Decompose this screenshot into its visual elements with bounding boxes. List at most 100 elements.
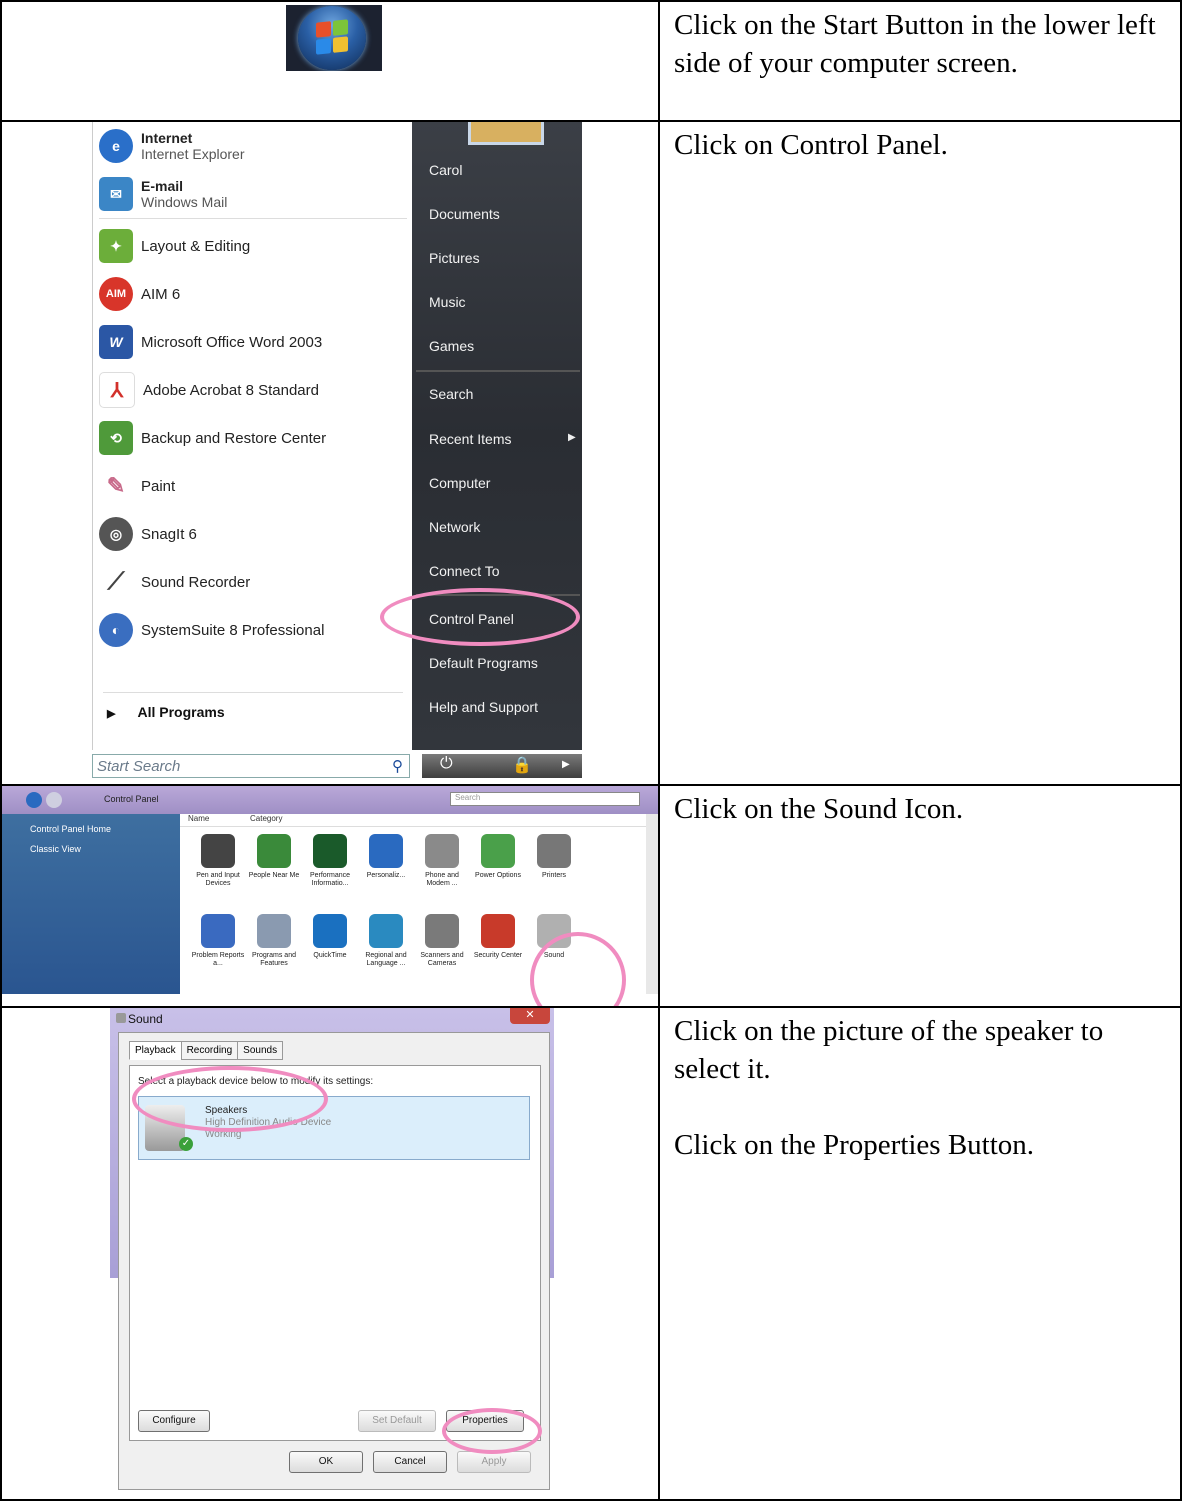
cp-item[interactable]: Power Options [470, 834, 526, 880]
cp-item[interactable]: Programs and Features [246, 914, 302, 968]
nav-control-panel-home[interactable]: Control Panel Home [30, 824, 180, 834]
applet-icon [481, 914, 515, 948]
scrollbar[interactable] [646, 814, 657, 994]
nav-classic-view[interactable]: Classic View [30, 844, 180, 854]
applet-label: Scanners and Cameras [420, 952, 464, 967]
cp-item[interactable]: Problem Reports a... [190, 914, 246, 968]
instruction-text: Click on the Sound Icon. [674, 793, 964, 825]
divider [103, 692, 403, 693]
cp-item[interactable]: Regional and Language ... [358, 914, 414, 968]
highlight-circle [442, 1408, 542, 1454]
address-bar[interactable]: Control Panel [104, 794, 159, 804]
cp-item[interactable]: Security Center [470, 914, 526, 960]
applet-icon [257, 834, 291, 868]
start-right-pictures[interactable]: Pictures [429, 250, 480, 266]
applet-label: Performance Informatio... [309, 872, 351, 887]
tab-recording[interactable]: Recording [180, 1041, 239, 1060]
applet-label: Personaliz... [366, 872, 406, 879]
applet-icon [481, 834, 515, 868]
forward-icon[interactable] [46, 792, 62, 808]
applet-icon [201, 834, 235, 868]
start-right-computer[interactable]: Computer [429, 475, 490, 491]
word-icon: W [99, 325, 133, 359]
start-right-recent-items[interactable]: Recent Items [429, 431, 511, 447]
start-search-input[interactable]: Start Search ⚲ [92, 754, 410, 778]
start-menu-image-cell: e Internet Internet Explorer ✉ E-mail Wind… [0, 120, 660, 786]
speaker-icon [116, 1013, 126, 1023]
cp-item[interactable]: Printers [526, 834, 582, 880]
tab-sounds[interactable]: Sounds [237, 1041, 284, 1060]
apply-button[interactable]: Apply [457, 1451, 531, 1473]
lock-icon[interactable]: 🔒 [512, 755, 532, 775]
applet-icon [425, 914, 459, 948]
start-menu-left-pane: e Internet Internet Explorer ✉ E-mail Wind… [92, 123, 413, 750]
back-icon[interactable] [26, 792, 42, 808]
cp-item[interactable]: Phone and Modem ... [414, 834, 470, 888]
start-item-internet[interactable]: e Internet Internet Explorer [99, 124, 409, 168]
acrobat-icon: ⅄ [99, 372, 135, 408]
instruction-text: Click on the picture of the speaker to s… [674, 1015, 1104, 1085]
start-item-systemsuite[interactable]: ◐ SystemSuite 8 Professional [99, 608, 409, 652]
start-right-connect-to[interactable]: Connect To [429, 563, 500, 579]
start-right-search[interactable]: Search [429, 386, 473, 402]
start-right-music[interactable]: Music [429, 294, 466, 310]
instruction-text: Click on the Start Button in the lower l… [674, 9, 1156, 79]
internet-explorer-icon: e [99, 129, 133, 163]
instruction-text: Click on the Properties Button. [674, 1129, 1035, 1161]
instruction-text: Click on Control Panel. [674, 129, 948, 161]
start-item-word[interactable]: W Microsoft Office Word 2003 [99, 320, 409, 364]
column-category[interactable]: Category [250, 814, 282, 823]
set-default-button[interactable]: Set Default [358, 1410, 436, 1432]
start-right-carol[interactable]: Carol [429, 162, 462, 178]
backup-icon: ⟲ [99, 421, 133, 455]
start-right-help-support[interactable]: Help and Support [429, 699, 538, 715]
close-icon[interactable]: ✕ [510, 1009, 550, 1024]
snagit-icon: ◎ [99, 517, 133, 551]
start-right-default-programs[interactable]: Default Programs [429, 655, 538, 671]
power-icon[interactable]: ⏻ [440, 755, 453, 773]
control-panel-image-cell: Control Panel Search Control Panel Home … [0, 784, 660, 1008]
search-icon: ⚲ [392, 758, 403, 775]
applet-icon [369, 834, 403, 868]
applet-icon [425, 834, 459, 868]
start-item-email[interactable]: ✉ E-mail Windows Mail [99, 172, 409, 216]
tab-playback[interactable]: Playback [129, 1041, 182, 1060]
applet-label: Regional and Language ... [365, 952, 407, 967]
applet-label: Security Center [473, 952, 523, 959]
cp-item[interactable]: Performance Informatio... [302, 834, 358, 888]
start-right-network[interactable]: Network [429, 519, 480, 535]
cp-item[interactable]: QuickTime [302, 914, 358, 960]
all-programs-button[interactable]: All Programs [107, 704, 224, 720]
cancel-button[interactable]: Cancel [373, 1451, 447, 1473]
configure-button[interactable]: Configure [138, 1410, 210, 1432]
applet-icon [369, 914, 403, 948]
start-item-backup[interactable]: ⟲ Backup and Restore Center [99, 416, 409, 460]
cp-item[interactable]: Scanners and Cameras [414, 914, 470, 968]
aim-icon: AIM [99, 277, 133, 311]
start-item-aim[interactable]: AIM AIM 6 [99, 272, 409, 316]
applet-label: Programs and Features [252, 952, 296, 967]
cp-item[interactable]: Personaliz... [358, 834, 414, 880]
start-right-documents[interactable]: Documents [429, 206, 500, 222]
column-name[interactable]: Name [188, 814, 209, 823]
start-item-sound-recorder[interactable]: ⟋ Sound Recorder [99, 560, 409, 604]
applet-label: People Near Me [248, 872, 300, 879]
divider [416, 370, 580, 372]
start-item-acrobat[interactable]: ⅄ Adobe Acrobat 8 Standard [99, 368, 409, 412]
cp-item[interactable]: People Near Me [246, 834, 302, 880]
start-item-snagit[interactable]: ◎ SnagIt 6 [99, 512, 409, 556]
start-item-layout-editing[interactable]: ✦ Layout & Editing [99, 224, 409, 268]
sound-dialog-image-cell: Sound ✕ Playback Recording Sounds Select a… [0, 1006, 660, 1501]
windows-flag-icon [316, 19, 348, 55]
mail-icon: ✉ [99, 177, 133, 211]
start-orb[interactable] [286, 5, 382, 71]
user-picture[interactable] [468, 123, 544, 145]
start-item-paint[interactable]: ✎ Paint [99, 464, 409, 508]
sound-dialog-frame: Sound ✕ Playback Recording Sounds Select a… [110, 1009, 554, 1490]
search-input[interactable]: Search [450, 792, 640, 806]
cp-item[interactable]: Pen and Input Devices [190, 834, 246, 888]
systemsuite-icon: ◐ [99, 613, 133, 647]
start-right-games[interactable]: Games [429, 338, 474, 354]
chevron-right-icon[interactable]: ▶ [562, 759, 570, 770]
ok-button[interactable]: OK [289, 1451, 363, 1473]
